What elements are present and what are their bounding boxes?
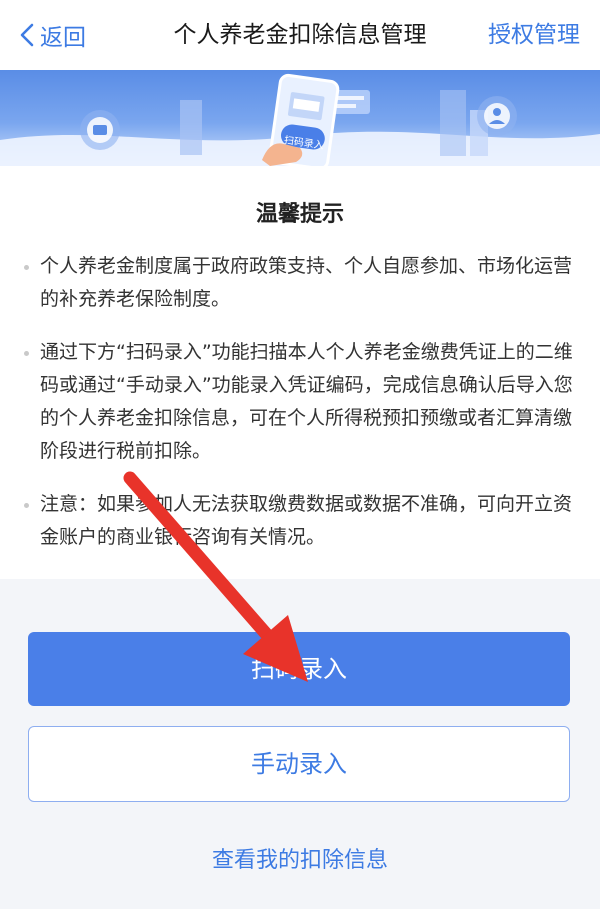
authorization-management-link[interactable]: 授权管理	[488, 17, 580, 53]
tips-title: 温馨提示	[255, 202, 344, 227]
tips-section: 温馨提示 个人养老金制度属于政府政策支持、个人自愿参加、市场化运营的补充养老保险…	[0, 166, 600, 579]
banner-illustration: 扫码录入	[0, 70, 600, 166]
scan-entry-button[interactable]: 扫码录入	[28, 632, 570, 706]
view-deduction-info-link[interactable]: 查看我的扣除信息	[0, 842, 600, 874]
manual-entry-button[interactable]: 手动录入	[28, 726, 570, 802]
banner-graphic	[0, 73, 600, 166]
tip-item-3: 注意：如果参加人无法获取缴费数据或数据不准确，可向开立资金账户的商业银行咨询有关…	[24, 488, 578, 554]
tip-item-1: 个人养老金制度属于政府政策支持、个人自愿参加、市场化运营的补充养老保险制度。	[24, 250, 578, 316]
nav-bar: 返回 个人养老金扣除信息管理 授权管理	[0, 0, 600, 70]
tip-item-2: 通过下方“扫码录入”功能扫描本人个人养老金缴费凭证上的二维码或通过“手动录入”功…	[24, 336, 578, 468]
